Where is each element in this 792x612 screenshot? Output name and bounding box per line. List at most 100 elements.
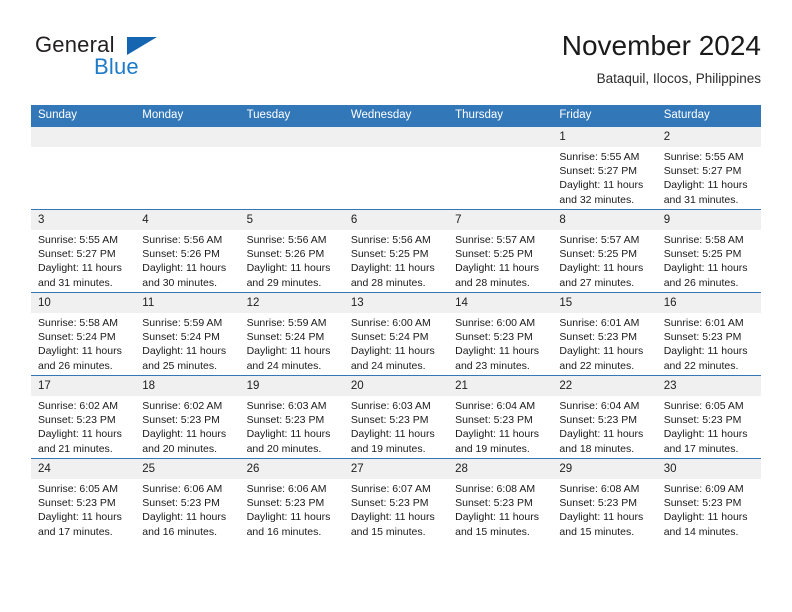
day-number: 10 [31, 293, 136, 313]
calendar-day-cell[interactable]: 14 Sunrise: 6:00 AM Sunset: 5:23 PM Dayligh… [448, 292, 553, 376]
calendar-day-cell[interactable]: 20 Sunrise: 6:03 AM Sunset: 5:23 PM Dayligh… [343, 375, 449, 459]
day-cell-inner: 25 Sunrise: 6:06 AM Sunset: 5:23 PM Dayligh… [135, 459, 240, 541]
day-number: 17 [31, 376, 136, 396]
calendar-week-row: 10 Sunrise: 5:58 AM Sunset: 5:24 PM Dayligh… [31, 292, 761, 376]
calendar-day-cell[interactable]: 11 Sunrise: 5:59 AM Sunset: 5:24 PM Dayligh… [135, 292, 240, 376]
calendar-day-cell[interactable]: 19 Sunrise: 6:03 AM Sunset: 5:23 PM Dayligh… [239, 375, 344, 459]
calendar-day-cell[interactable]: 28 Sunrise: 6:08 AM Sunset: 5:23 PM Dayligh… [448, 458, 553, 541]
sunset-text: Sunset: 5:26 PM [246, 248, 325, 261]
calendar-day-cell[interactable]: 18 Sunrise: 6:02 AM Sunset: 5:23 PM Dayligh… [135, 375, 240, 459]
daylight-text: Daylight: 11 hours and 31 minutes. [663, 179, 748, 206]
daylight-text: Daylight: 11 hours and 24 minutes. [246, 345, 331, 372]
sunset-text: Sunset: 5:25 PM [663, 248, 742, 261]
sunrise-text: Sunrise: 5:59 AM [246, 317, 327, 329]
sunrise-text: Sunrise: 6:02 AM [142, 400, 223, 412]
daylight-text: Daylight: 11 hours and 32 minutes. [559, 179, 644, 206]
day-number: 13 [343, 293, 449, 313]
calendar-day-cell-empty [135, 126, 240, 210]
day-details: Sunrise: 6:00 AM Sunset: 5:24 PM Daylight:… [344, 313, 448, 373]
page-header: General Blue November 2024 Bataquil, Ilo… [31, 30, 761, 102]
daylight-text: Daylight: 11 hours and 21 minutes. [38, 428, 122, 455]
calendar-day-cell[interactable]: 13 Sunrise: 6:00 AM Sunset: 5:24 PM Dayligh… [343, 292, 449, 376]
calendar-day-cell-empty [239, 126, 344, 210]
sunrise-text: Sunrise: 5:57 AM [455, 234, 536, 246]
calendar-day-cell[interactable]: 1 Sunrise: 5:55 AM Sunset: 5:27 PM Daylight… [552, 126, 657, 210]
calendar-day-cell[interactable]: 2 Sunrise: 5:55 AM Sunset: 5:27 PM Daylight… [656, 126, 761, 210]
day-cell-inner: 22 Sunrise: 6:04 AM Sunset: 5:23 PM Dayligh… [552, 376, 657, 458]
day-details: Sunrise: 5:59 AM Sunset: 5:24 PM Daylight:… [240, 313, 344, 373]
day-number: 7 [448, 210, 553, 230]
weekday-header-wednesday: Wednesday [343, 105, 449, 127]
day-details: Sunrise: 6:01 AM Sunset: 5:23 PM Daylight:… [657, 313, 761, 373]
calendar-day-cell[interactable]: 25 Sunrise: 6:06 AM Sunset: 5:23 PM Dayligh… [135, 458, 240, 541]
calendar-day-cell[interactable]: 10 Sunrise: 5:58 AM Sunset: 5:24 PM Dayligh… [31, 292, 136, 376]
calendar-day-cell[interactable]: 24 Sunrise: 6:05 AM Sunset: 5:23 PM Dayligh… [31, 458, 136, 541]
day-number: 21 [448, 376, 553, 396]
calendar-day-cell[interactable]: 17 Sunrise: 6:02 AM Sunset: 5:23 PM Dayligh… [31, 375, 136, 459]
daylight-text: Daylight: 11 hours and 26 minutes. [663, 262, 748, 289]
day-cell-inner [135, 127, 240, 209]
calendar-day-cell[interactable]: 12 Sunrise: 5:59 AM Sunset: 5:24 PM Dayligh… [239, 292, 344, 376]
sunrise-text: Sunrise: 5:58 AM [663, 234, 744, 246]
calendar-day-cell[interactable]: 8 Sunrise: 5:57 AM Sunset: 5:25 PM Daylight… [552, 209, 657, 293]
weekday-header-tuesday: Tuesday [239, 105, 344, 127]
day-number: 9 [656, 210, 761, 230]
calendar-page: General Blue November 2024 Bataquil, Ilo… [0, 0, 792, 612]
day-cell-inner: 16 Sunrise: 6:01 AM Sunset: 5:23 PM Dayligh… [656, 293, 761, 375]
calendar-day-cell[interactable]: 22 Sunrise: 6:04 AM Sunset: 5:23 PM Dayligh… [552, 375, 657, 459]
day-details: Sunrise: 5:58 AM Sunset: 5:25 PM Daylight:… [657, 230, 761, 290]
sunrise-text: Sunrise: 5:56 AM [350, 234, 431, 246]
day-number: 26 [239, 459, 344, 479]
day-number: 24 [31, 459, 136, 479]
general-blue-logo[interactable]: General Blue [31, 30, 271, 92]
day-number: 19 [239, 376, 344, 396]
calendar-day-cell[interactable]: 6 Sunrise: 5:56 AM Sunset: 5:25 PM Daylight… [343, 209, 449, 293]
calendar-day-cell-empty [343, 126, 449, 210]
day-number: 28 [448, 459, 553, 479]
daylight-text: Daylight: 11 hours and 22 minutes. [559, 345, 644, 372]
day-cell-inner: 20 Sunrise: 6:03 AM Sunset: 5:23 PM Dayligh… [343, 376, 449, 458]
day-number: 25 [135, 459, 240, 479]
calendar-day-cell[interactable]: 4 Sunrise: 5:56 AM Sunset: 5:26 PM Daylight… [135, 209, 240, 293]
daylight-text: Daylight: 11 hours and 19 minutes. [350, 428, 435, 455]
daylight-text: Daylight: 11 hours and 27 minutes. [559, 262, 644, 289]
calendar-day-cell[interactable]: 23 Sunrise: 6:05 AM Sunset: 5:23 PM Dayligh… [656, 375, 761, 459]
calendar-day-cell[interactable]: 26 Sunrise: 6:06 AM Sunset: 5:23 PM Dayligh… [239, 458, 344, 541]
calendar-day-cell[interactable]: 30 Sunrise: 6:09 AM Sunset: 5:23 PM Dayligh… [656, 458, 761, 541]
calendar-day-cell[interactable]: 15 Sunrise: 6:01 AM Sunset: 5:23 PM Dayligh… [552, 292, 657, 376]
day-number: 15 [552, 293, 657, 313]
calendar-day-cell[interactable]: 29 Sunrise: 6:08 AM Sunset: 5:23 PM Dayligh… [552, 458, 657, 541]
calendar-day-cell[interactable]: 21 Sunrise: 6:04 AM Sunset: 5:23 PM Dayligh… [448, 375, 553, 459]
sunrise-text: Sunrise: 5:56 AM [142, 234, 223, 246]
sunrise-text: Sunrise: 6:00 AM [455, 317, 536, 329]
sunset-text: Sunset: 5:23 PM [455, 331, 533, 344]
calendar-week-row: 17 Sunrise: 6:02 AM Sunset: 5:23 PM Dayligh… [31, 375, 761, 459]
calendar-day-cell[interactable]: 7 Sunrise: 5:57 AM Sunset: 5:25 PM Daylight… [448, 209, 553, 293]
sunrise-text: Sunrise: 5:57 AM [559, 234, 640, 246]
day-cell-inner: 27 Sunrise: 6:07 AM Sunset: 5:23 PM Dayligh… [343, 459, 449, 541]
daylight-text: Daylight: 11 hours and 22 minutes. [663, 345, 748, 372]
day-number [239, 127, 344, 147]
calendar-day-cell[interactable]: 5 Sunrise: 5:56 AM Sunset: 5:26 PM Daylight… [239, 209, 344, 293]
day-cell-inner: 12 Sunrise: 5:59 AM Sunset: 5:24 PM Dayligh… [239, 293, 344, 375]
calendar-day-cell[interactable]: 16 Sunrise: 6:01 AM Sunset: 5:23 PM Dayligh… [656, 292, 761, 376]
day-cell-inner [31, 127, 136, 209]
logo-text-blue: Blue [94, 54, 139, 79]
daylight-text: Daylight: 11 hours and 25 minutes. [142, 345, 227, 372]
day-details: Sunrise: 5:58 AM Sunset: 5:24 PM Daylight:… [31, 313, 135, 373]
daylight-text: Daylight: 11 hours and 23 minutes. [455, 345, 539, 372]
day-details: Sunrise: 6:01 AM Sunset: 5:23 PM Daylight:… [552, 313, 656, 373]
day-number: 16 [656, 293, 761, 313]
calendar-day-cell[interactable]: 3 Sunrise: 5:55 AM Sunset: 5:27 PM Daylight… [31, 209, 136, 293]
day-number: 8 [552, 210, 657, 230]
day-details: Sunrise: 6:06 AM Sunset: 5:23 PM Daylight:… [240, 479, 344, 539]
day-number: 29 [552, 459, 657, 479]
day-details: Sunrise: 5:55 AM Sunset: 5:27 PM Daylight:… [31, 230, 135, 290]
calendar-day-cell[interactable]: 27 Sunrise: 6:07 AM Sunset: 5:23 PM Dayligh… [343, 458, 449, 541]
day-cell-inner: 14 Sunrise: 6:00 AM Sunset: 5:23 PM Dayligh… [448, 293, 553, 375]
calendar-day-cell[interactable]: 9 Sunrise: 5:58 AM Sunset: 5:25 PM Daylight… [656, 209, 761, 293]
day-cell-inner: 9 Sunrise: 5:58 AM Sunset: 5:25 PM Daylight… [656, 210, 761, 292]
sunset-text: Sunset: 5:25 PM [559, 248, 638, 261]
sunset-text: Sunset: 5:24 PM [142, 331, 220, 344]
daylight-text: Daylight: 11 hours and 20 minutes. [246, 428, 331, 455]
